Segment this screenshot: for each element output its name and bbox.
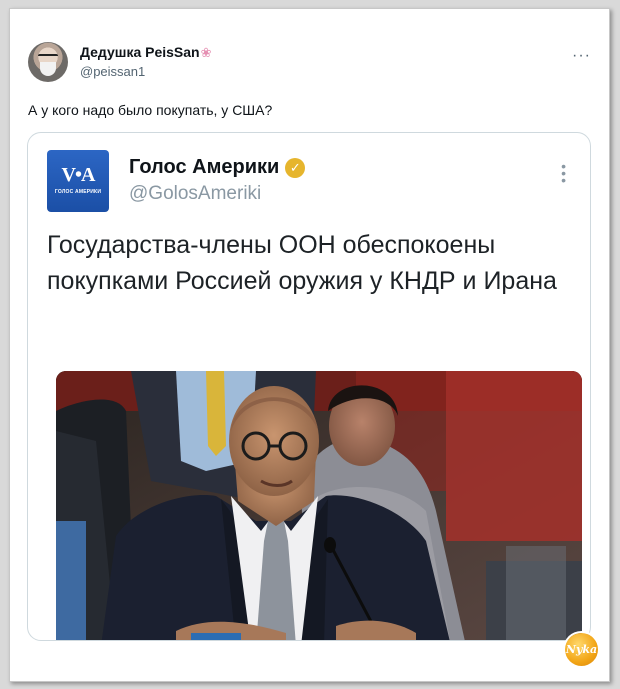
author-handle[interactable]: @peissan1 (80, 64, 212, 79)
voa-logo-subtitle: ГОЛОС АМЕРИКИ (54, 189, 102, 195)
avatar[interactable] (28, 42, 68, 82)
voa-logo-mark: V•A (61, 164, 96, 186)
quoted-tweet[interactable]: V•A ГОЛОС АМЕРИКИ Голос Америки ✓ @GolosA… (27, 132, 591, 641)
flower-icon: ❀ (200, 45, 212, 60)
quoted-author-block: Голос Америки ✓ @GolosAmeriki (129, 156, 306, 205)
avatar-glasses (38, 54, 58, 60)
more-horizontal-icon[interactable]: ··· (572, 47, 591, 65)
quoted-author-handle[interactable]: @GolosAmeriki (129, 183, 305, 205)
avatar-beard (40, 62, 56, 76)
quoted-tweet-text: Государства-члены ООН обеспокоены покупк… (47, 231, 557, 295)
watermark-logo: Nyka (565, 633, 598, 666)
author-block: Дедушка PeisSan❀ @peissan1 (80, 44, 212, 79)
news-photo[interactable] (56, 371, 582, 640)
quoted-author-name[interactable]: Голос Америки (129, 156, 279, 179)
author-name[interactable]: Дедушка PeisSan (80, 44, 200, 60)
verified-badge-icon: ✓ (285, 157, 306, 178)
more-vertical-icon[interactable]: • • • (561, 159, 566, 187)
news-photo-illustration (56, 371, 582, 640)
voa-logo[interactable]: V•A ГОЛОС АМЕРИКИ (47, 150, 109, 212)
tweet-text: А у кого надо было покупать, у США? (28, 102, 273, 118)
tweet-card: Дедушка PeisSan❀ @peissan1 ··· А у кого … (9, 8, 610, 682)
